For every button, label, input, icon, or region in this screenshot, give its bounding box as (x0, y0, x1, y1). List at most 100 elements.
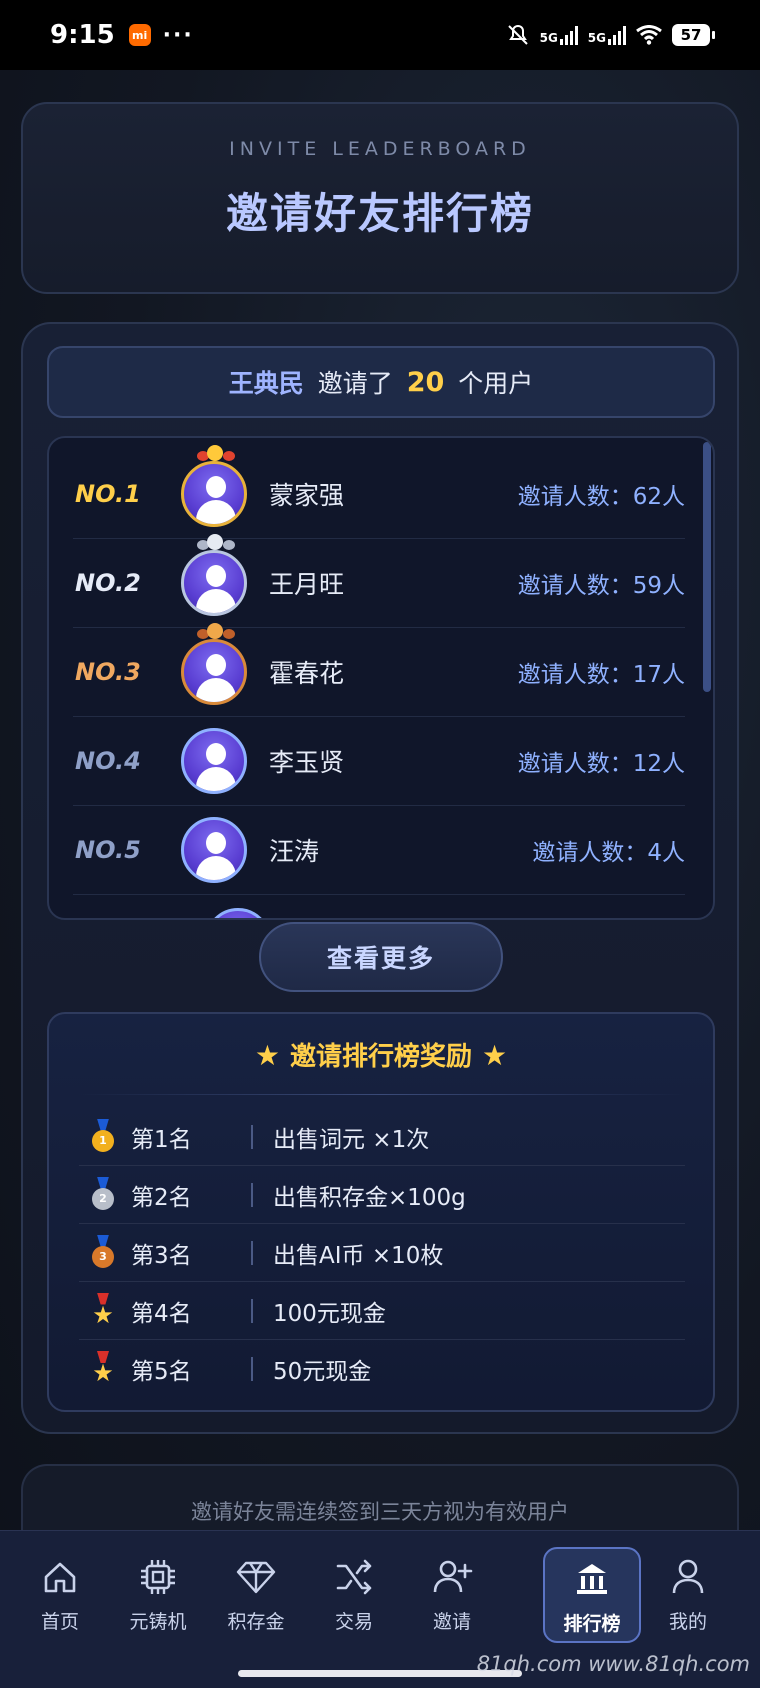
rank-label: NO.2 (75, 569, 141, 597)
next-avatar-peek (205, 908, 271, 918)
signal-1: 5G (540, 25, 578, 45)
signal-2: 5G (588, 25, 626, 45)
invite-count: 邀请人数：59人 (517, 573, 685, 599)
mute-bell-icon (507, 24, 528, 45)
tab-label: 元铸机 (129, 1611, 187, 1633)
add-user-icon (433, 1560, 473, 1593)
avatar-circle (181, 550, 247, 616)
tab-bank[interactable]: 排行榜 (543, 1547, 641, 1643)
avatar-circle (181, 639, 247, 705)
avatar-body (196, 856, 236, 880)
reward-row: ★ 第4名 100元现金 (79, 1282, 685, 1340)
invite-count: 邀请人数：4人 (532, 840, 685, 866)
medal-ball (207, 445, 223, 461)
avatar-head (206, 565, 226, 587)
medal-shape: ★ (90, 1351, 116, 1387)
avatar (181, 445, 247, 527)
star-icon: ★ (254, 1039, 280, 1072)
shuffle-icon (336, 1559, 372, 1595)
star-medal-icon: ★ (79, 1292, 127, 1330)
separator (251, 1240, 253, 1265)
diamond-icon (236, 1561, 276, 1594)
tab-label: 邀请 (432, 1611, 471, 1633)
tab-add-user[interactable]: 邀请 (404, 1547, 500, 1645)
star-medal-icon: ★ (79, 1350, 127, 1388)
user-name: 王月旺 (269, 570, 345, 599)
reward-prize: 出售AI币 ×10枚 (273, 1242, 444, 1269)
tab-user[interactable]: 我的 (640, 1547, 736, 1645)
separator (251, 1298, 253, 1323)
signal-2-label: 5G (587, 31, 606, 45)
divider (79, 1094, 685, 1095)
avatar-circle (181, 817, 247, 883)
reward-rank: 第1名 (131, 1126, 192, 1153)
silver-medal-icon: 2 (79, 1176, 127, 1214)
star-shape: ★ (92, 1300, 114, 1329)
leaderboard-row[interactable]: NO.5 汪涛 邀请人数：4人 (73, 806, 685, 895)
leaderboard-row[interactable]: NO.1 蒙家强 邀请人数：62人 (73, 445, 685, 539)
invite-count: 邀请人数：62人 (517, 484, 685, 510)
status-time: 9:15 (50, 20, 115, 50)
rewards-panel: ★ 邀请排行榜奖励 ★ 1 第1名 出售词元 ×1次 2 第2名 出售积存金×100g 3 第3名… (47, 1012, 715, 1412)
ribbon (97, 1234, 109, 1247)
rank-label: NO.1 (75, 480, 141, 508)
tab-label: 排行榜 (563, 1613, 621, 1635)
page-title: 邀请好友排行榜 (225, 189, 534, 238)
reward-rank: 第5名 (131, 1359, 192, 1385)
status-bar: 9:15 mi ··· 5G 5G 57 (0, 0, 760, 70)
medal-shape: 1 (90, 1118, 116, 1155)
avatar-body (196, 500, 236, 524)
reward-rank: 第3名 (131, 1242, 192, 1269)
avatar-circle (181, 728, 247, 794)
tab-label: 交易 (334, 1611, 373, 1633)
reward-rank: 第4名 (131, 1300, 192, 1327)
user-name: 蒙家强 (269, 481, 345, 510)
tab-shuffle[interactable]: 交易 (306, 1547, 402, 1645)
rank-label: NO.3 (75, 658, 141, 686)
avatar (181, 623, 247, 705)
gold-medal-icon: 1 (79, 1118, 127, 1156)
bronze-medal-icon (197, 623, 235, 645)
header-subtitle: INVITE LEADERBOARD (229, 138, 531, 160)
tab-label: 积存金 (227, 1611, 285, 1633)
medal-ball (207, 623, 223, 639)
star-icon: ★ (482, 1039, 508, 1072)
medal-shape: 3 (90, 1234, 116, 1271)
user-name: 霍春花 (269, 659, 345, 688)
tab-diamond[interactable]: 积存金 (208, 1547, 304, 1645)
user-name: 李玉贤 (269, 748, 345, 777)
avatar-body (196, 678, 236, 702)
medal-leaf (223, 540, 235, 550)
bronze-medal-icon: 3 (79, 1234, 127, 1272)
watermark: 81qh.com www.81qh.com (476, 1652, 750, 1676)
avatar-body (196, 589, 236, 613)
medal-disc: 1 (92, 1129, 114, 1152)
avatar-head (206, 476, 226, 498)
reward-prize: 出售积存金×100g (273, 1184, 466, 1211)
home-icon (44, 1562, 76, 1593)
medal-ball (207, 534, 223, 550)
avatar (181, 728, 247, 794)
avatar-circle (181, 461, 247, 527)
ribbon (97, 1118, 109, 1131)
reward-prize: 出售词元 ×1次 (273, 1126, 430, 1153)
tab-label: 首页 (40, 1611, 79, 1633)
avatar (181, 534, 247, 616)
leaderboard-list[interactable]: NO.1 蒙家强 邀请人数：62人 NO.2 王月旺 邀请人数：59人 NO.3 霍春花邀请人… (47, 436, 715, 920)
rewards-title: ★ 邀请排行榜奖励 ★ (49, 1036, 713, 1073)
my-name: 王典民 (228, 369, 304, 398)
silver-medal-icon (197, 534, 235, 556)
avatar-head (206, 654, 226, 676)
avatar-head (206, 743, 226, 765)
invite-text-1: 邀请了 (317, 369, 393, 398)
view-more-button[interactable]: 查看更多 (259, 922, 503, 992)
leaderboard-row[interactable]: NO.3 霍春花 邀请人数：17人 (73, 623, 685, 717)
tab-home[interactable]: 首页 (12, 1547, 108, 1645)
signal-bars-icon (608, 25, 626, 45)
leaderboard-row[interactable]: NO.2 王月旺 邀请人数：59人 (73, 534, 685, 628)
ribbon (97, 1176, 109, 1189)
separator (251, 1182, 253, 1207)
list-scrollbar[interactable] (703, 442, 711, 692)
tab-chip[interactable]: 元铸机 (110, 1547, 206, 1645)
leaderboard-row[interactable]: NO.4 李玉贤 邀请人数：12人 (73, 717, 685, 806)
